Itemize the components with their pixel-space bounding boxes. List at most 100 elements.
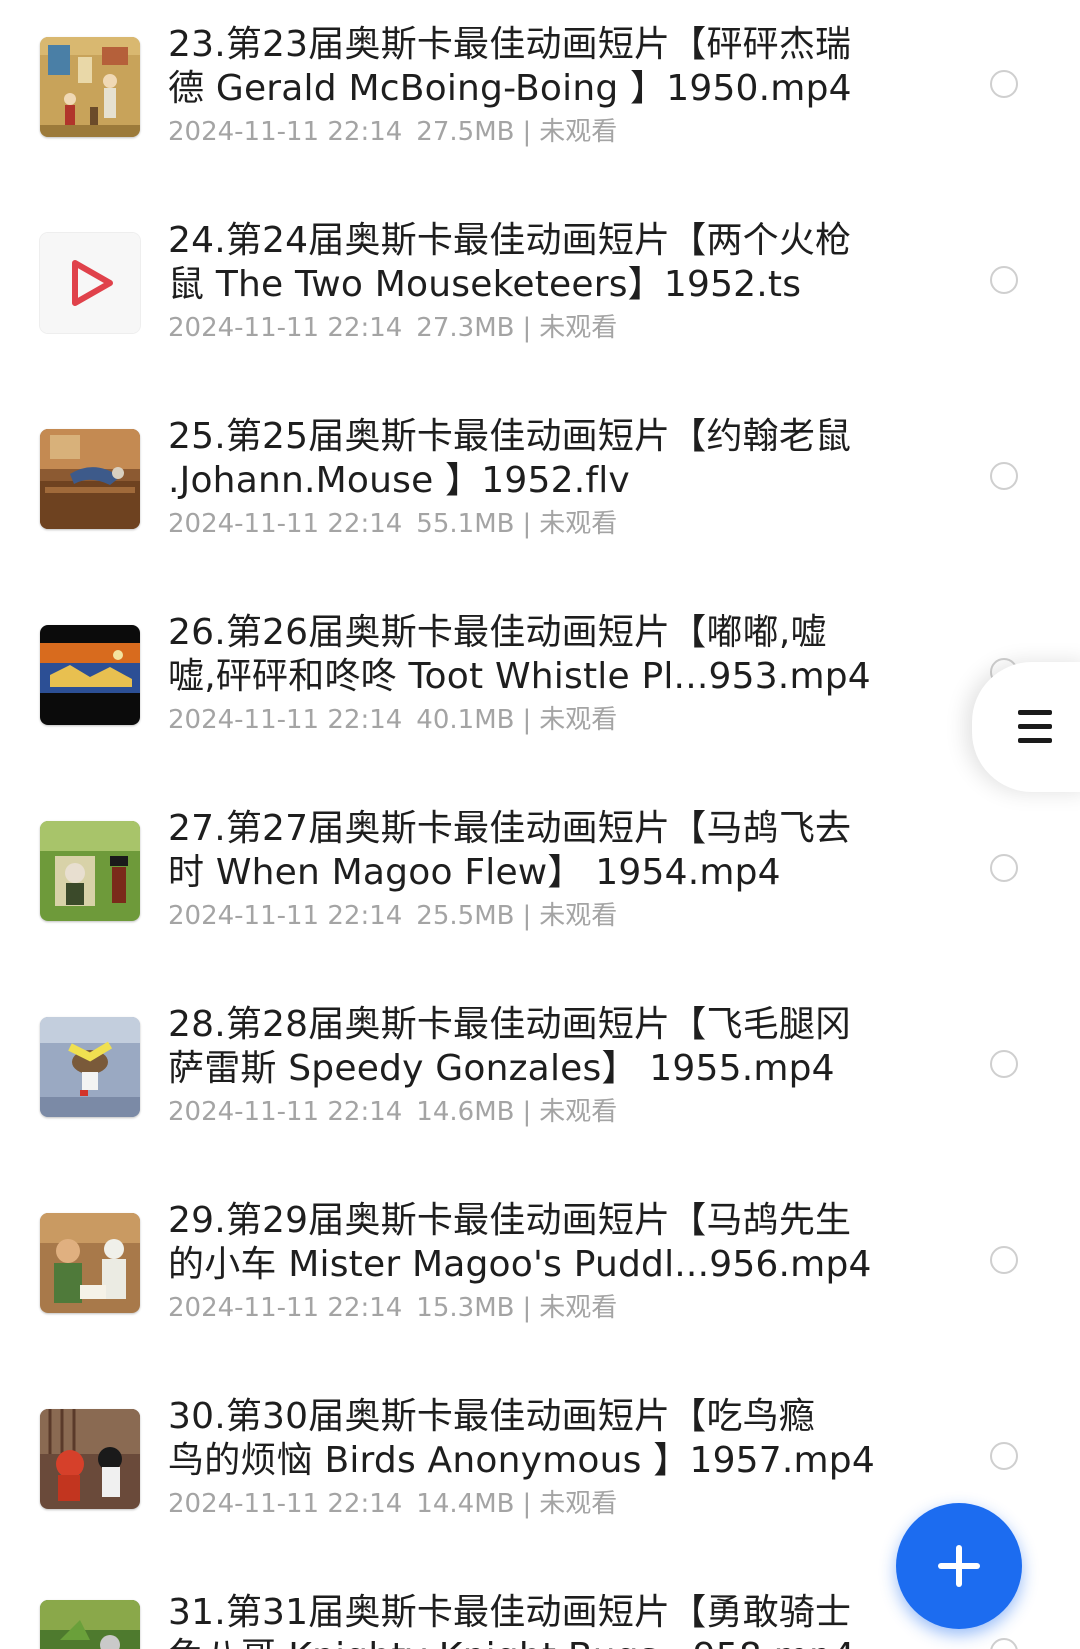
select-radio[interactable]	[990, 1050, 1018, 1078]
watch-status: 未观看	[539, 117, 618, 147]
video-title[interactable]: 31.第31届奥斯卡最佳动画短片【勇敢骑士 兔八哥 Knighty Knight…	[168, 1591, 898, 1649]
cartoon-thumbnail-icon	[40, 1409, 140, 1509]
video-title-line: 28.第28届奥斯卡最佳动画短片【飞毛腿冈	[168, 1004, 852, 1045]
watch-status: 未观看	[539, 509, 618, 539]
video-title-line: 德 Gerald McBoing-Boing 】1950.mp4	[168, 68, 852, 109]
video-title-line: 兔八哥 Knighty Knight Bugs...958.mp4	[168, 1635, 898, 1649]
cartoon-thumbnail-icon	[40, 37, 140, 137]
list-item[interactable]: 26.第26届奥斯卡最佳动画短片【嘟嘟,嘘 嘘,砰砰和咚咚 Toot Whist…	[0, 588, 1080, 784]
video-title[interactable]: 24.第24届奥斯卡最佳动画短片【两个火枪 鼠 The Two Mouseket…	[168, 219, 898, 307]
video-size: 27.3MB	[416, 313, 515, 343]
video-datetime: 2024-11-11 22:14	[168, 1097, 403, 1127]
video-meta: 2024-11-11 22:14 14.6MB | 未观看	[168, 1095, 617, 1129]
video-title-line: .Johann.Mouse 】1952.flv	[168, 460, 630, 501]
list-item[interactable]: 29.第29届奥斯卡最佳动画短片【马鸪先生 的小车 Mister Magoo's…	[0, 1176, 1080, 1372]
video-thumbnail[interactable]	[40, 625, 140, 725]
watch-status: 未观看	[539, 1097, 618, 1127]
watch-status: 未观看	[539, 1293, 618, 1323]
watch-status: 未观看	[539, 313, 618, 343]
video-size: 25.5MB	[416, 901, 515, 931]
video-thumbnail[interactable]	[40, 1409, 140, 1509]
video-meta: 2024-11-11 22:14 14.4MB | 未观看	[168, 1487, 617, 1521]
select-radio[interactable]	[990, 462, 1018, 490]
video-thumbnail[interactable]	[40, 1017, 140, 1117]
video-title[interactable]: 29.第29届奥斯卡最佳动画短片【马鸪先生 的小车 Mister Magoo's…	[168, 1199, 898, 1287]
video-meta: 2024-11-11 22:14 25.5MB | 未观看	[168, 899, 617, 933]
video-size: 14.4MB	[416, 1489, 515, 1519]
video-datetime: 2024-11-11 22:14	[168, 901, 403, 931]
select-radio[interactable]	[990, 266, 1018, 294]
video-title-line: 31.第31届奥斯卡最佳动画短片【勇敢骑士	[168, 1592, 852, 1633]
cartoon-thumbnail-icon	[40, 429, 140, 529]
meta-divider: |	[522, 705, 532, 735]
video-thumbnail[interactable]	[40, 233, 140, 333]
list-item[interactable]: 23.第23届奥斯卡最佳动画短片【砰砰杰瑞 德 Gerald McBoing-B…	[0, 0, 1080, 196]
video-title-line: 萨雷斯 Speedy Gonzales】 1955.mp4	[168, 1048, 835, 1089]
video-datetime: 2024-11-11 22:14	[168, 1489, 403, 1519]
cartoon-thumbnail-icon	[40, 821, 140, 921]
video-title-line: 嘘,砰砰和咚咚 Toot Whistle Pl...953.mp4	[168, 656, 871, 697]
video-title[interactable]: 27.第27届奥斯卡最佳动画短片【马鸪飞去 时 When Magoo Flew】…	[168, 807, 898, 895]
video-title-line: 时 When Magoo Flew】 1954.mp4	[168, 852, 781, 893]
meta-divider: |	[522, 509, 532, 539]
video-title-line: 29.第29届奥斯卡最佳动画短片【马鸪先生	[168, 1200, 852, 1241]
video-thumbnail[interactable]	[40, 1600, 140, 1649]
watch-status: 未观看	[539, 901, 618, 931]
cartoon-thumbnail-icon	[40, 1213, 140, 1313]
video-title-line: 27.第27届奥斯卡最佳动画短片【马鸪飞去	[168, 808, 852, 849]
video-size: 55.1MB	[416, 509, 515, 539]
video-thumbnail[interactable]	[40, 37, 140, 137]
video-meta: 2024-11-11 22:14 40.1MB | 未观看	[168, 703, 617, 737]
video-datetime: 2024-11-11 22:14	[168, 509, 403, 539]
select-radio[interactable]	[990, 1638, 1018, 1649]
meta-divider: |	[522, 1489, 532, 1519]
watch-status: 未观看	[539, 1489, 618, 1519]
video-size: 15.3MB	[416, 1293, 515, 1323]
select-radio[interactable]	[990, 854, 1018, 882]
video-title[interactable]: 23.第23届奥斯卡最佳动画短片【砰砰杰瑞 德 Gerald McBoing-B…	[168, 23, 898, 111]
list-item[interactable]: 25.第25届奥斯卡最佳动画短片【约翰老鼠 .Johann.Mouse 】195…	[0, 392, 1080, 588]
list-item[interactable]: 28.第28届奥斯卡最佳动画短片【飞毛腿冈 萨雷斯 Speedy Gonzale…	[0, 980, 1080, 1176]
list-item[interactable]: 27.第27届奥斯卡最佳动画短片【马鸪飞去 时 When Magoo Flew】…	[0, 784, 1080, 980]
video-title-line: 26.第26届奥斯卡最佳动画短片【嘟嘟,嘘	[168, 612, 827, 653]
watch-status: 未观看	[539, 705, 618, 735]
video-title-line: 鼠 The Two Mouseketeers】1952.ts	[168, 264, 802, 305]
video-meta: 2024-11-11 22:14 55.1MB | 未观看	[168, 507, 617, 541]
side-menu-handle[interactable]	[972, 662, 1080, 792]
select-radio[interactable]	[990, 1442, 1018, 1470]
video-size: 27.5MB	[416, 117, 515, 147]
video-title[interactable]: 25.第25届奥斯卡最佳动画短片【约翰老鼠 .Johann.Mouse 】195…	[168, 415, 898, 503]
menu-icon	[1018, 710, 1052, 752]
cartoon-thumbnail-icon	[40, 625, 140, 725]
cartoon-thumbnail-icon	[40, 1017, 140, 1117]
video-title[interactable]: 26.第26届奥斯卡最佳动画短片【嘟嘟,嘘 嘘,砰砰和咚咚 Toot Whist…	[168, 611, 898, 699]
video-title[interactable]: 30.第30届奥斯卡最佳动画短片【吃鸟瘾 鸟的烦恼 Birds Anonymou…	[168, 1395, 898, 1483]
video-title-line: 30.第30届奥斯卡最佳动画短片【吃鸟瘾	[168, 1396, 816, 1437]
video-thumbnail[interactable]	[40, 821, 140, 921]
meta-divider: |	[522, 117, 532, 147]
video-datetime: 2024-11-11 22:14	[168, 705, 403, 735]
meta-divider: |	[522, 901, 532, 931]
video-title[interactable]: 28.第28届奥斯卡最佳动画短片【飞毛腿冈 萨雷斯 Speedy Gonzale…	[168, 1003, 898, 1091]
video-datetime: 2024-11-11 22:14	[168, 1293, 403, 1323]
add-button[interactable]	[896, 1503, 1022, 1629]
video-meta: 2024-11-11 22:14 15.3MB | 未观看	[168, 1291, 617, 1325]
video-datetime: 2024-11-11 22:14	[168, 313, 403, 343]
video-datetime: 2024-11-11 22:14	[168, 117, 403, 147]
play-icon	[40, 233, 140, 333]
list-item[interactable]: 24.第24届奥斯卡最佳动画短片【两个火枪 鼠 The Two Mouseket…	[0, 196, 1080, 392]
video-size: 40.1MB	[416, 705, 515, 735]
cartoon-thumbnail-icon	[40, 1600, 140, 1649]
video-title-line: 25.第25届奥斯卡最佳动画短片【约翰老鼠	[168, 416, 852, 457]
video-meta: 2024-11-11 22:14 27.3MB | 未观看	[168, 311, 617, 345]
video-thumbnail[interactable]	[40, 429, 140, 529]
meta-divider: |	[522, 1097, 532, 1127]
video-thumbnail[interactable]	[40, 1213, 140, 1313]
video-meta: 2024-11-11 22:14 27.5MB | 未观看	[168, 115, 617, 149]
select-radio[interactable]	[990, 70, 1018, 98]
video-title-line: 23.第23届奥斯卡最佳动画短片【砰砰杰瑞	[168, 24, 852, 65]
meta-divider: |	[522, 1293, 532, 1323]
select-radio[interactable]	[990, 1246, 1018, 1274]
video-size: 14.6MB	[416, 1097, 515, 1127]
video-title-line: 的小车 Mister Magoo's Puddl...956.mp4	[168, 1244, 872, 1285]
